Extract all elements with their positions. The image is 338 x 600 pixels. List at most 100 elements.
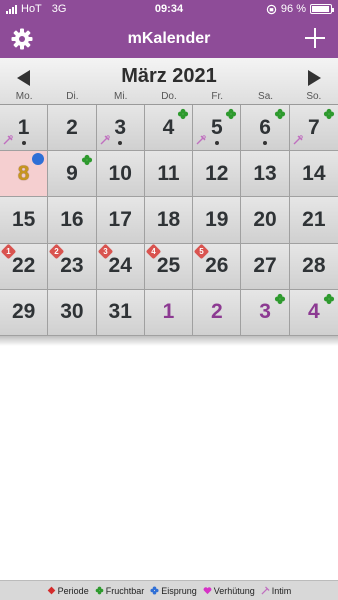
clover-icon [323,292,335,304]
day-cell[interactable]: 24 3 [96,243,145,290]
status-right: 96 % [266,3,334,15]
day-cell[interactable]: 28 [289,243,338,290]
note-dot-icon [263,141,268,146]
day-number: 3 [114,115,127,139]
legend-item: Intim [261,585,292,596]
day-cell[interactable]: 1 [0,105,49,152]
day-number: 14 [302,161,326,185]
day-cell[interactable]: 27 [241,243,290,290]
day-cell[interactable]: 4 [144,105,194,152]
red-diamond-icon [47,586,56,595]
month-title: März 2021 [121,65,217,87]
day-cell[interactable]: 4 [289,289,338,336]
legend-label: Intim [271,585,292,596]
period-day-number: 1 [6,246,11,256]
period-day-number: 2 [54,246,59,256]
day-cell-today[interactable]: 8 [0,151,49,198]
orientation-lock-icon [266,4,277,14]
eisprung-icon [32,153,45,166]
period-day-number: 4 [151,246,156,256]
day-number: 2 [210,300,223,324]
day-cell[interactable]: 6 [241,105,290,152]
day-cell[interactable]: 23 2 [48,243,97,290]
day-cell[interactable]: 3 [96,105,145,152]
day-number: 18 [156,207,181,231]
day-number: 2 [66,115,78,139]
day-number: 21 [302,207,326,231]
note-dot-icon [21,141,26,146]
legend-item: Periode [47,586,89,596]
day-cell[interactable]: 16 [48,197,97,244]
period-badge: 4 [145,243,162,259]
day-cell[interactable]: 11 [144,151,194,198]
blue-flower-icon [150,586,159,595]
weekday-label: Sa. [258,91,274,102]
day-cell[interactable]: 12 [193,151,242,198]
day-cell[interactable]: 18 [144,197,194,244]
clover-icon [274,107,286,120]
clover-icon [225,107,237,120]
day-cell[interactable]: 7 [289,105,338,152]
clover-icon [323,107,335,120]
day-cell[interactable]: 31 [96,289,145,336]
triangle-right-icon[interactable] [304,68,324,88]
day-number: 15 [11,207,36,231]
day-cell[interactable]: 10 [96,151,145,198]
day-cell[interactable]: 13 [241,151,290,198]
plus-icon[interactable] [302,25,328,51]
day-number: 11 [157,161,180,185]
day-number: 30 [60,300,84,324]
clover-icon [95,586,104,595]
period-day-number: 3 [102,246,108,256]
day-number: 4 [308,300,320,324]
weekday-label: Fr. [211,91,224,102]
legend-label: Eisprung [161,585,197,596]
day-cell[interactable]: 22 1 [0,243,49,290]
day-number: 22 [11,254,36,278]
weekday-label: Do. [161,91,177,102]
day-cell[interactable]: 25 4 [144,243,194,290]
day-number: 20 [253,207,277,231]
grid-shadow [0,336,338,346]
day-number: 1 [162,300,175,324]
day-number: 8 [17,161,30,185]
intim-icon [100,132,110,145]
day-cell[interactable]: 29 [0,289,49,336]
day-number: 31 [108,300,132,324]
day-cell[interactable]: 15 [0,197,49,244]
weekday-label: Mo. [15,91,33,102]
period-day-number: 5 [199,246,204,256]
battery-icon [310,4,334,14]
day-cell[interactable]: 14 [289,151,338,198]
nav-bar: mKalender [0,20,338,58]
period-badge: 1 [0,243,17,259]
day-cell[interactable]: 26 5 [193,243,242,290]
status-bar: HoT 3G 09:34 96 % [0,0,338,20]
day-cell[interactable]: 19 [193,197,242,244]
day-cell[interactable]: 2 [48,105,97,152]
calendar-grid: 1 2 3 4 5 6 7 8 9 10 11 12 13 14 15 16 17 18 19 20 21 22 1 23 2 2… [0,104,338,336]
day-number: 16 [60,207,84,231]
note-dot-icon [214,141,219,146]
day-cell[interactable]: 3 [241,289,290,336]
note-dot-icon [118,141,123,146]
day-number: 1 [17,115,30,139]
day-cell[interactable]: 5 [193,105,242,152]
weekday-row: Mo. Di. Mi. Do. Fr. Sa. So. [0,91,338,103]
day-cell[interactable]: 17 [96,197,145,244]
day-number: 3 [259,300,271,324]
day-number: 7 [308,115,320,139]
day-cell[interactable]: 20 [241,197,290,244]
day-cell[interactable]: 1 [144,289,194,336]
legend-bar: Periode Fruchtbar Eisprung Verhütung Intim [0,580,338,600]
day-number: 26 [205,254,229,278]
day-number: 12 [205,161,229,185]
day-cell[interactable]: 21 [289,197,338,244]
weekday-label: Di. [66,91,79,102]
day-number: 27 [253,254,277,278]
weekday-label: Mi. [114,91,128,102]
day-cell[interactable]: 2 [193,289,242,336]
legend-label: Periode [57,585,89,596]
day-cell[interactable]: 9 [48,151,97,198]
day-cell[interactable]: 30 [48,289,97,336]
